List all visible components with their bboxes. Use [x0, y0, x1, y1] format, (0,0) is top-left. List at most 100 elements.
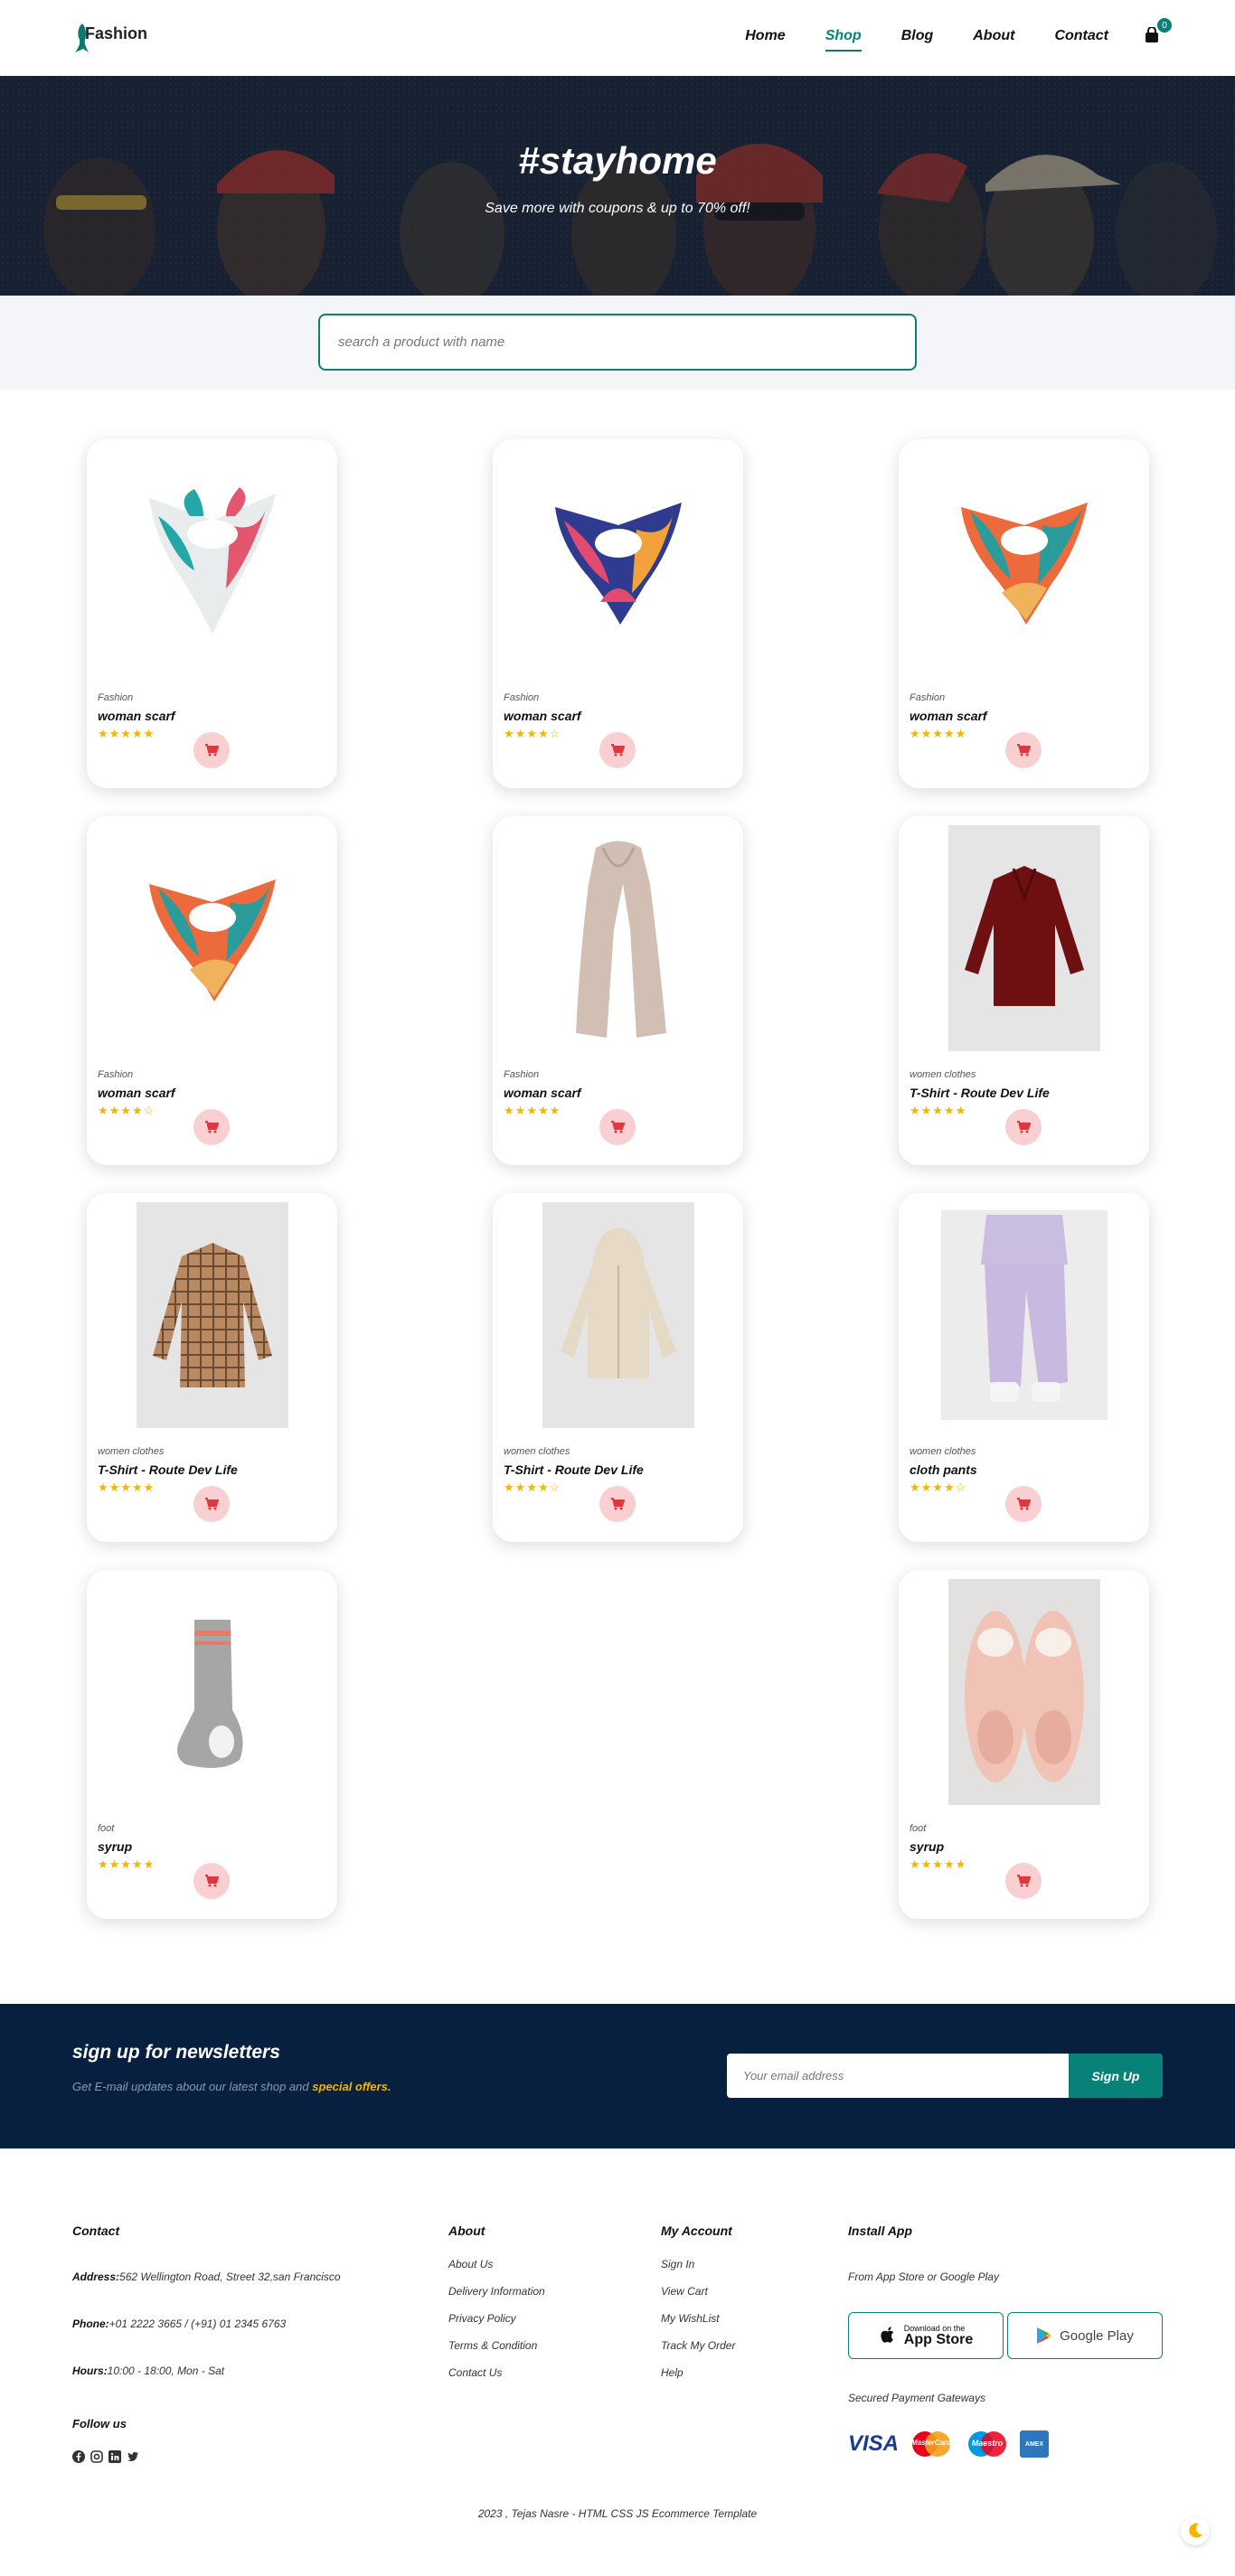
- logo[interactable]: Fashion: [72, 20, 147, 56]
- maestro-logo: Maestro: [964, 2430, 1011, 2458]
- add-to-cart-button[interactable]: [1005, 732, 1042, 768]
- nav-shop[interactable]: Shop: [825, 28, 862, 52]
- rating-stars: ★★★★★: [910, 727, 967, 740]
- cart-icon: [1017, 1498, 1031, 1510]
- phone-label: Phone:: [72, 2317, 109, 2330]
- app-store-button[interactable]: Download on the App Store: [848, 2312, 1004, 2359]
- account-link[interactable]: My WishList: [661, 2312, 720, 2325]
- address-value: 562 Wellington Road, Street 32,san Franc…: [119, 2270, 341, 2283]
- about-link[interactable]: About Us: [448, 2258, 493, 2270]
- product-category: Fashion: [910, 692, 946, 703]
- product-card[interactable]: women clothes T-Shirt - Route Dev Life ★…: [87, 1193, 337, 1542]
- main-nav: Home Shop Blog About Contact 0: [705, 18, 1172, 52]
- hours-value: 10:00 - 18:00, Mon - Sat: [107, 2364, 225, 2377]
- amex-logo: AMEX: [1020, 2430, 1050, 2458]
- add-to-cart-button[interactable]: [193, 1863, 230, 1899]
- product-image: [98, 448, 326, 674]
- follow-heading: Follow us: [72, 2417, 127, 2430]
- add-to-cart-button[interactable]: [1005, 1863, 1042, 1899]
- address-line: Address:562 Wellington Road, Street 32,s…: [72, 2270, 341, 2283]
- cart-icon: [205, 1875, 219, 1887]
- hero-banner: #stayhome Save more with coupons & up to…: [0, 76, 1235, 296]
- rating-stars: ★★★★★: [98, 1857, 156, 1871]
- add-to-cart-button[interactable]: [599, 1486, 636, 1522]
- google-play-icon: [1037, 2327, 1052, 2344]
- cart-icon: [1017, 1875, 1031, 1887]
- about-heading: About: [448, 2223, 486, 2238]
- product-image: [504, 1202, 732, 1428]
- product-name: woman scarf: [504, 709, 581, 723]
- product-category: foot: [910, 1823, 927, 1834]
- add-to-cart-button[interactable]: [1005, 1486, 1042, 1522]
- product-card[interactable]: Fashion woman scarf ★★★★★: [87, 439, 337, 788]
- product-card[interactable]: Fashion woman scarf ★★★★☆: [87, 816, 337, 1165]
- product-category: women clothes: [504, 1446, 570, 1457]
- email-input[interactable]: [727, 2054, 1069, 2098]
- account-link[interactable]: Sign In: [661, 2258, 694, 2270]
- product-card[interactable]: women clothes T-Shirt - Route Dev Life ★…: [493, 1193, 743, 1542]
- sign-up-button[interactable]: Sign Up: [1069, 2054, 1163, 2098]
- add-to-cart-button[interactable]: [193, 732, 230, 768]
- product-category: Fashion: [504, 1069, 540, 1080]
- cart-button[interactable]: 0: [1145, 18, 1172, 45]
- search-section: [0, 296, 1235, 390]
- nav-blog[interactable]: Blog: [901, 28, 934, 44]
- product-category: foot: [98, 1823, 115, 1834]
- product-image: [98, 1202, 326, 1428]
- add-to-cart-button[interactable]: [193, 1109, 230, 1145]
- google-play-text: Google Play: [1060, 2327, 1134, 2344]
- product-card[interactable]: women clothes cloth pants ★★★★☆: [899, 1193, 1149, 1542]
- cart-icon: [1017, 1121, 1031, 1133]
- product-card[interactable]: Fashion woman scarf ★★★★★: [899, 439, 1149, 788]
- product-category: women clothes: [98, 1446, 165, 1457]
- address-label: Address:: [72, 2270, 120, 2283]
- cart-icon: [205, 1121, 219, 1133]
- linkedin-icon[interactable]: [108, 2450, 121, 2463]
- account-link[interactable]: Help: [661, 2366, 683, 2379]
- rating-stars: ★★★★★: [910, 1104, 967, 1117]
- nav-about[interactable]: About: [973, 28, 1014, 44]
- about-link[interactable]: Privacy Policy: [448, 2312, 516, 2325]
- product-category: women clothes: [910, 1446, 976, 1457]
- product-image: [910, 1579, 1138, 1805]
- product-card[interactable]: Fashion woman scarf ★★★★☆: [493, 439, 743, 788]
- account-link[interactable]: Track My Order: [661, 2339, 735, 2352]
- facebook-icon[interactable]: [72, 2450, 85, 2463]
- search-input[interactable]: [318, 314, 917, 371]
- product-card[interactable]: foot syrup ★★★★★: [87, 1570, 337, 1919]
- account-link[interactable]: View Cart: [661, 2285, 708, 2298]
- product-card[interactable]: Fashion woman scarf ★★★★★: [493, 816, 743, 1165]
- hours-line: Hours:10:00 - 18:00, Mon - Sat: [72, 2364, 224, 2377]
- cart-icon: [205, 1498, 219, 1510]
- rating-stars: ★★★★☆: [504, 727, 561, 740]
- product-card[interactable]: women clothes T-Shirt - Route Dev Life ★…: [899, 816, 1149, 1165]
- product-image: [98, 1579, 326, 1805]
- rating-stars: ★★★★☆: [504, 1481, 561, 1494]
- add-to-cart-button[interactable]: [599, 732, 636, 768]
- add-to-cart-button[interactable]: [193, 1486, 230, 1522]
- add-to-cart-button[interactable]: [1005, 1109, 1042, 1145]
- mastercard-text: MasterCard: [911, 2439, 952, 2447]
- product-name: cloth pants: [910, 1462, 977, 1477]
- about-link[interactable]: Contact Us: [448, 2366, 502, 2379]
- instagram-icon[interactable]: [90, 2450, 103, 2463]
- nav-contact[interactable]: Contact: [1054, 28, 1108, 44]
- social-links: [72, 2450, 139, 2463]
- rating-stars: ★★★★★: [910, 1857, 967, 1871]
- add-to-cart-button[interactable]: [599, 1109, 636, 1145]
- twitter-icon[interactable]: [127, 2450, 139, 2463]
- product-category: women clothes: [910, 1069, 976, 1080]
- newsletter-highlight: special offers.: [312, 2080, 391, 2093]
- product-name: woman scarf: [98, 709, 175, 723]
- cart-icon: [611, 744, 625, 757]
- product-card[interactable]: foot syrup ★★★★★: [899, 1570, 1149, 1919]
- newsletter-section: sign up for newsletters Get E-mail updat…: [0, 2004, 1235, 2148]
- nav-home[interactable]: Home: [745, 28, 785, 44]
- rating-stars: ★★★★★: [504, 1104, 561, 1117]
- about-link[interactable]: Delivery Information: [448, 2285, 545, 2298]
- dark-mode-toggle[interactable]: [1181, 2516, 1210, 2545]
- about-link[interactable]: Terms & Condition: [448, 2339, 537, 2352]
- site-header: Fashion Home Shop Blog About Contact 0: [0, 0, 1235, 76]
- cart-icon: [1017, 744, 1031, 757]
- google-play-button[interactable]: Google Play: [1007, 2312, 1163, 2359]
